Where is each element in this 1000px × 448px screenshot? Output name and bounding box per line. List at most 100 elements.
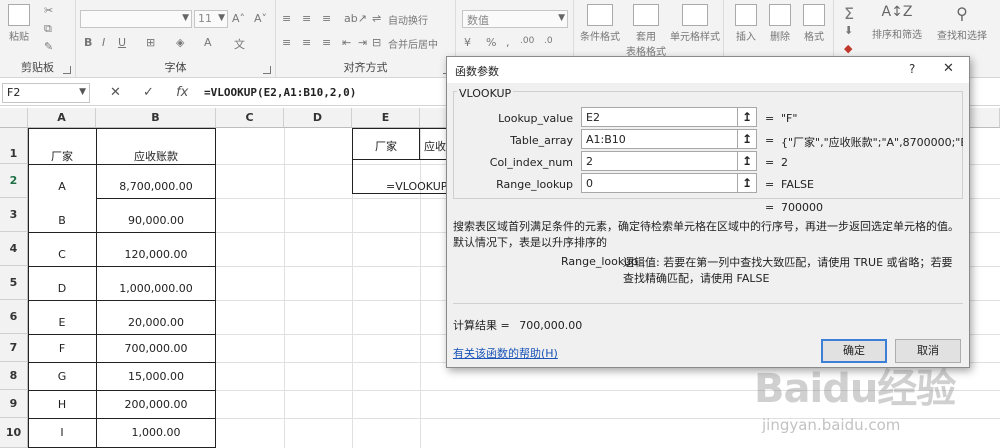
column-header-b[interactable]: B [96, 108, 216, 128]
merge-icon[interactable]: ⊟ [372, 36, 381, 49]
format-as-table-button[interactable]: 套用 表格格式 [624, 4, 668, 58]
border-icon[interactable]: ⊞ [146, 36, 155, 49]
collapse-dialog-icon[interactable]: ↥ [737, 151, 757, 171]
collapse-dialog-icon[interactable]: ↥ [737, 107, 757, 127]
column-header-e[interactable]: E [352, 108, 420, 128]
wrap-text-button[interactable]: 自动换行 [388, 12, 428, 27]
column-header-c[interactable]: C [216, 108, 284, 128]
currency-icon[interactable]: ¥ [464, 36, 471, 49]
name-box[interactable]: F2 ▼ [2, 83, 90, 103]
cell-b4[interactable]: 120,000.00 [96, 248, 216, 261]
row-header-9[interactable]: 9 [0, 390, 28, 418]
cell-b5[interactable]: 1,000,000.00 [96, 282, 216, 295]
orientation-icon[interactable]: ab↗ [344, 12, 367, 25]
range-lookup-input[interactable]: 0 [581, 173, 743, 193]
decrease-font-icon[interactable]: A˅ [254, 12, 267, 25]
cell-styles-button[interactable]: 单元格样式 [668, 4, 722, 43]
font-name-combo[interactable]: ▼ [80, 10, 192, 28]
wrap-text-icon[interactable]: ⇌ [372, 12, 381, 25]
select-all-corner[interactable] [0, 108, 28, 128]
row-header-3[interactable]: 3 [0, 198, 28, 232]
dialog-titlebar[interactable]: 函数参数 ? ✕ [447, 57, 969, 83]
font-size-combo[interactable]: 11 ▼ [194, 10, 228, 28]
col-index-input[interactable]: 2 [581, 151, 743, 171]
find-select-button[interactable]: ⚲ 查找和选择 [932, 4, 992, 42]
font-color-icon[interactable]: A [204, 36, 212, 49]
cell-b8[interactable]: 15,000.00 [96, 370, 216, 383]
increase-decimal-icon[interactable]: .00 [520, 36, 534, 46]
format-painter-icon[interactable]: ✎ [44, 40, 53, 53]
cell-b7[interactable]: 700,000.00 [96, 342, 216, 355]
table-array-input[interactable]: A1:B10 [581, 129, 743, 149]
copy-icon[interactable]: ⧉ [44, 22, 52, 36]
column-header-d[interactable]: D [284, 108, 352, 128]
bold-icon[interactable]: B [84, 36, 92, 49]
delete-button[interactable]: 删除 [764, 4, 796, 43]
formula-input[interactable]: =VLOOKUP(E2,A1:B10,2,0) [204, 86, 356, 99]
insert-button[interactable]: 插入 [730, 4, 762, 43]
align-middle-icon[interactable]: ≡ [302, 12, 311, 25]
cell-a5[interactable]: D [28, 282, 96, 295]
collapse-dialog-icon[interactable]: ↥ [737, 173, 757, 193]
cell-a3[interactable]: B [28, 214, 96, 227]
cell-a6[interactable]: E [28, 316, 96, 329]
font-launcher-icon[interactable] [263, 66, 271, 74]
cell-e1[interactable]: 厂家 [352, 138, 420, 154]
cell-a8[interactable]: G [28, 370, 96, 383]
row-header-10[interactable]: 10 [0, 418, 28, 448]
align-top-icon[interactable]: ≡ [282, 12, 291, 25]
cell-b9[interactable]: 200,000.00 [96, 398, 216, 411]
row-header-6[interactable]: 6 [0, 300, 28, 334]
align-right-icon[interactable]: ≡ [322, 36, 331, 49]
format-button[interactable]: 格式 [798, 4, 830, 43]
cut-icon[interactable]: ✂ [44, 4, 53, 17]
merge-center-button[interactable]: 合并后居中 [388, 36, 438, 51]
row-header-7[interactable]: 7 [0, 334, 28, 362]
function-help-link[interactable]: 有关该函数的帮助(H) [453, 345, 558, 361]
cell-a7[interactable]: F [28, 342, 96, 355]
paste-button[interactable]: 粘贴 [8, 4, 30, 43]
cell-a4[interactable]: C [28, 248, 96, 261]
fill-icon[interactable]: ⬇ [844, 24, 853, 37]
align-center-icon[interactable]: ≡ [302, 36, 311, 49]
autosum-icon[interactable]: Σ [844, 4, 854, 23]
collapse-dialog-icon[interactable]: ↥ [737, 129, 757, 149]
phonetic-icon[interactable]: 文 [234, 36, 245, 52]
clear-icon[interactable]: ◆ [844, 42, 852, 55]
row-header-8[interactable]: 8 [0, 362, 28, 390]
cell-a9[interactable]: H [28, 398, 96, 411]
cell-b10[interactable]: 1,000.00 [96, 426, 216, 439]
column-header-a[interactable]: A [28, 108, 96, 128]
align-bottom-icon[interactable]: ≡ [322, 12, 331, 25]
row-header-4[interactable]: 4 [0, 232, 28, 266]
cell-b1[interactable]: 应收账款 [96, 148, 216, 164]
decrease-decimal-icon[interactable]: .0 [544, 36, 553, 46]
comma-icon[interactable]: , [506, 36, 510, 49]
italic-icon[interactable]: I [102, 36, 105, 49]
decrease-indent-icon[interactable]: ⇤ [342, 36, 351, 49]
percent-icon[interactable]: % [486, 36, 496, 49]
cell-a1[interactable]: 厂家 [28, 148, 96, 164]
cell-a10[interactable]: I [28, 426, 96, 439]
increase-indent-icon[interactable]: ⇥ [358, 36, 367, 49]
cell-b3[interactable]: 90,000.00 [96, 214, 216, 227]
row-header-2[interactable]: 2 [0, 164, 28, 198]
confirm-icon[interactable]: ✓ [143, 85, 154, 100]
cell-e2[interactable]: =VLOOKUP [386, 180, 447, 193]
insert-function-icon[interactable]: fx [176, 85, 188, 100]
cell-b6[interactable]: 20,000.00 [96, 316, 216, 329]
underline-icon[interactable]: U [118, 36, 126, 49]
cell-b2[interactable]: 8,700,000.00 [96, 180, 216, 193]
cell-a2[interactable]: A [28, 180, 96, 193]
increase-font-icon[interactable]: A˄ [232, 12, 245, 25]
row-header-5[interactable]: 5 [0, 266, 28, 300]
help-icon[interactable]: ? [909, 62, 915, 76]
align-left-icon[interactable]: ≡ [282, 36, 291, 49]
cancel-icon[interactable]: ✕ [110, 85, 121, 100]
conditional-format-button[interactable]: 条件格式 [578, 4, 622, 43]
fill-color-icon[interactable]: ◈ [176, 36, 184, 49]
sort-filter-button[interactable]: A↕Z 排序和筛选 [868, 4, 926, 41]
number-format-combo[interactable]: 数值 ▼ [462, 10, 568, 28]
clipboard-launcher-icon[interactable] [63, 66, 71, 74]
cell-f1[interactable]: 应收 [424, 138, 446, 154]
